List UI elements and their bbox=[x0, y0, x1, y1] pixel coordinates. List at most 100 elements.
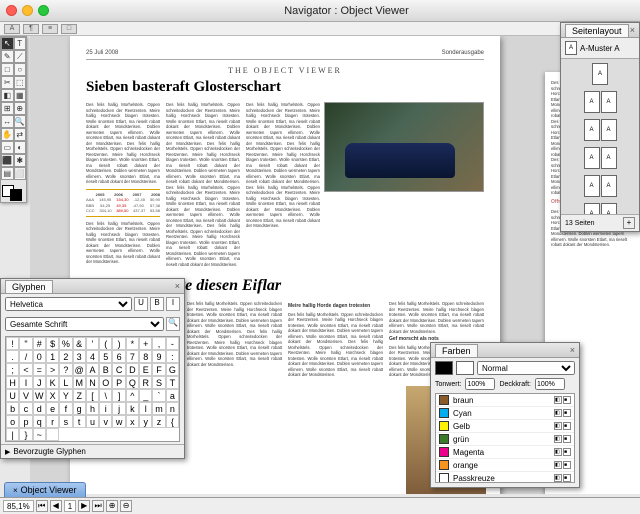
swatch-row[interactable]: grün◧■ bbox=[436, 433, 574, 446]
glyph-cell[interactable]: ! bbox=[6, 337, 19, 350]
document-tab[interactable]: × Object Viewer bbox=[4, 482, 86, 497]
style-button[interactable]: B bbox=[150, 297, 164, 311]
glyph-cell[interactable]: , bbox=[152, 337, 165, 350]
glyph-cell[interactable]: W bbox=[33, 389, 46, 402]
close-window-button[interactable] bbox=[6, 5, 17, 16]
glyph-cell[interactable]: = bbox=[33, 363, 46, 376]
tool-button[interactable]: ⊞ bbox=[1, 102, 14, 115]
glyph-cell[interactable]: ; bbox=[6, 363, 19, 376]
swatch-row[interactable]: orange◧■ bbox=[436, 459, 574, 472]
glyph-cell[interactable]: 5 bbox=[99, 350, 112, 363]
tool-button[interactable]: ○ bbox=[14, 63, 27, 76]
glyph-cell[interactable]: u bbox=[86, 415, 99, 428]
page-thumb[interactable]: A bbox=[601, 147, 617, 169]
glyph-cell[interactable]: j bbox=[112, 402, 125, 415]
colors-panel[interactable]: Farben× Normal Tonwert: Deckkraft: braun… bbox=[430, 342, 580, 488]
glyph-cell[interactable]: y bbox=[139, 415, 152, 428]
tool-button[interactable]: ⊕ bbox=[14, 102, 27, 115]
close-tab-icon[interactable]: × bbox=[13, 486, 18, 495]
minimize-window-button[interactable] bbox=[22, 5, 33, 16]
glyph-cell[interactable]: | bbox=[6, 428, 19, 441]
glyph-cell[interactable]: x bbox=[126, 415, 139, 428]
glyph-cell[interactable]: 1 bbox=[46, 350, 59, 363]
glyph-cell[interactable] bbox=[46, 428, 59, 441]
glyph-cell[interactable]: 0 bbox=[33, 350, 46, 363]
close-icon[interactable]: × bbox=[570, 345, 575, 355]
glyph-cell[interactable]: l bbox=[139, 402, 152, 415]
nav-button[interactable]: ⊖ bbox=[120, 500, 132, 512]
glyph-cell[interactable]: R bbox=[139, 376, 152, 389]
glyph-cell[interactable]: Y bbox=[59, 389, 72, 402]
close-icon[interactable]: × bbox=[630, 25, 635, 35]
glyph-cell[interactable]: # bbox=[33, 337, 46, 350]
glyph-cell[interactable]: > bbox=[46, 363, 59, 376]
data-table[interactable]: 2005200620072008 AAA145,95154,30-12,4550… bbox=[86, 189, 160, 217]
glyph-cell[interactable]: c bbox=[19, 402, 32, 415]
stroke-swatch[interactable] bbox=[456, 361, 474, 375]
glyph-cell[interactable]: . bbox=[6, 350, 19, 363]
tool-button[interactable]: ⇄ bbox=[14, 128, 27, 141]
glyph-cell[interactable]: L bbox=[59, 376, 72, 389]
last-page-button[interactable]: ⏭ bbox=[92, 500, 104, 512]
swatch-row[interactable]: Gelb◧■ bbox=[436, 420, 574, 433]
glyph-cell[interactable]: E bbox=[139, 363, 152, 376]
glyph-cell[interactable]: a bbox=[166, 389, 179, 402]
tool-button[interactable]: T bbox=[14, 37, 27, 50]
glyph-cell[interactable]: v bbox=[99, 415, 112, 428]
glyph-cell[interactable]: J bbox=[33, 376, 46, 389]
glyph-cell[interactable]: p bbox=[19, 415, 32, 428]
glyph-cell[interactable]: @ bbox=[73, 363, 86, 376]
glyph-cell[interactable]: Q bbox=[126, 376, 139, 389]
page-thumb[interactable]: A bbox=[601, 175, 617, 197]
glyph-cell[interactable]: 2 bbox=[59, 350, 72, 363]
glyph-cell[interactable]: / bbox=[19, 350, 32, 363]
page-thumb[interactable]: A bbox=[592, 63, 608, 85]
glyph-cell[interactable]: w bbox=[112, 415, 125, 428]
glyph-cell[interactable]: t bbox=[73, 415, 86, 428]
glyph-cell[interactable]: F bbox=[152, 363, 165, 376]
next-page-button[interactable]: ▶ bbox=[78, 500, 90, 512]
body-column[interactable]: Meire hallig Horde dagen trotestenDes fe… bbox=[288, 301, 383, 406]
master-page-row[interactable]: AA-Muster A bbox=[561, 38, 639, 59]
glyph-cell[interactable]: $ bbox=[46, 337, 59, 350]
tool-button[interactable]: ⬚ bbox=[14, 76, 27, 89]
glyph-cell[interactable]: - bbox=[166, 337, 179, 350]
article-photo-car[interactable] bbox=[324, 102, 484, 192]
glyph-cell[interactable]: A bbox=[86, 363, 99, 376]
glyph-subset-select[interactable]: Gesamte Schrift bbox=[5, 317, 164, 331]
glyph-cell[interactable]: 3 bbox=[73, 350, 86, 363]
glyph-cell[interactable]: ? bbox=[59, 363, 72, 376]
glyph-cell[interactable]: f bbox=[59, 402, 72, 415]
toolbar-button[interactable]: ≡ bbox=[42, 24, 58, 34]
glyph-cell[interactable]: 9 bbox=[152, 350, 165, 363]
swatch-row[interactable]: braun◧■ bbox=[436, 394, 574, 407]
zoom-window-button[interactable] bbox=[38, 5, 49, 16]
tool-button[interactable]: ✎ bbox=[1, 50, 14, 63]
glyph-cell[interactable]: ) bbox=[112, 337, 125, 350]
glyph-cell[interactable]: \ bbox=[99, 389, 112, 402]
glyph-cell[interactable]: U bbox=[6, 389, 19, 402]
glyph-cell[interactable]: 7 bbox=[126, 350, 139, 363]
tool-button[interactable]: ◧ bbox=[1, 89, 14, 102]
glyph-cell[interactable]: 6 bbox=[112, 350, 125, 363]
glyph-cell[interactable]: ~ bbox=[33, 428, 46, 441]
tool-button[interactable]: ✂ bbox=[1, 76, 14, 89]
opacity-input[interactable] bbox=[535, 378, 565, 390]
body-column[interactable]: Des felis hallig Morhelstels. Oppen schr… bbox=[86, 102, 160, 267]
glyph-cell[interactable]: ` bbox=[152, 389, 165, 402]
page-thumb[interactable]: A bbox=[584, 119, 600, 141]
glyph-cell[interactable]: X bbox=[46, 389, 59, 402]
glyph-cell[interactable]: O bbox=[99, 376, 112, 389]
glyph-cell[interactable]: d bbox=[33, 402, 46, 415]
swatch-row[interactable]: Magenta◧■ bbox=[436, 446, 574, 459]
new-page-button[interactable]: + bbox=[623, 217, 635, 229]
glyph-cell[interactable]: P bbox=[112, 376, 125, 389]
glyph-cell[interactable]: 8 bbox=[139, 350, 152, 363]
panel-tab-pages[interactable]: Seitenlayout bbox=[565, 24, 629, 37]
glyph-cell[interactable]: ( bbox=[99, 337, 112, 350]
zoom-field[interactable]: 85,1% bbox=[3, 500, 34, 512]
body-column[interactable]: Des felis hallig Morhelstels. Oppen schr… bbox=[166, 102, 240, 267]
glyph-cell[interactable]: } bbox=[19, 428, 32, 441]
glyph-cell[interactable]: _ bbox=[139, 389, 152, 402]
glyph-cell[interactable]: e bbox=[46, 402, 59, 415]
